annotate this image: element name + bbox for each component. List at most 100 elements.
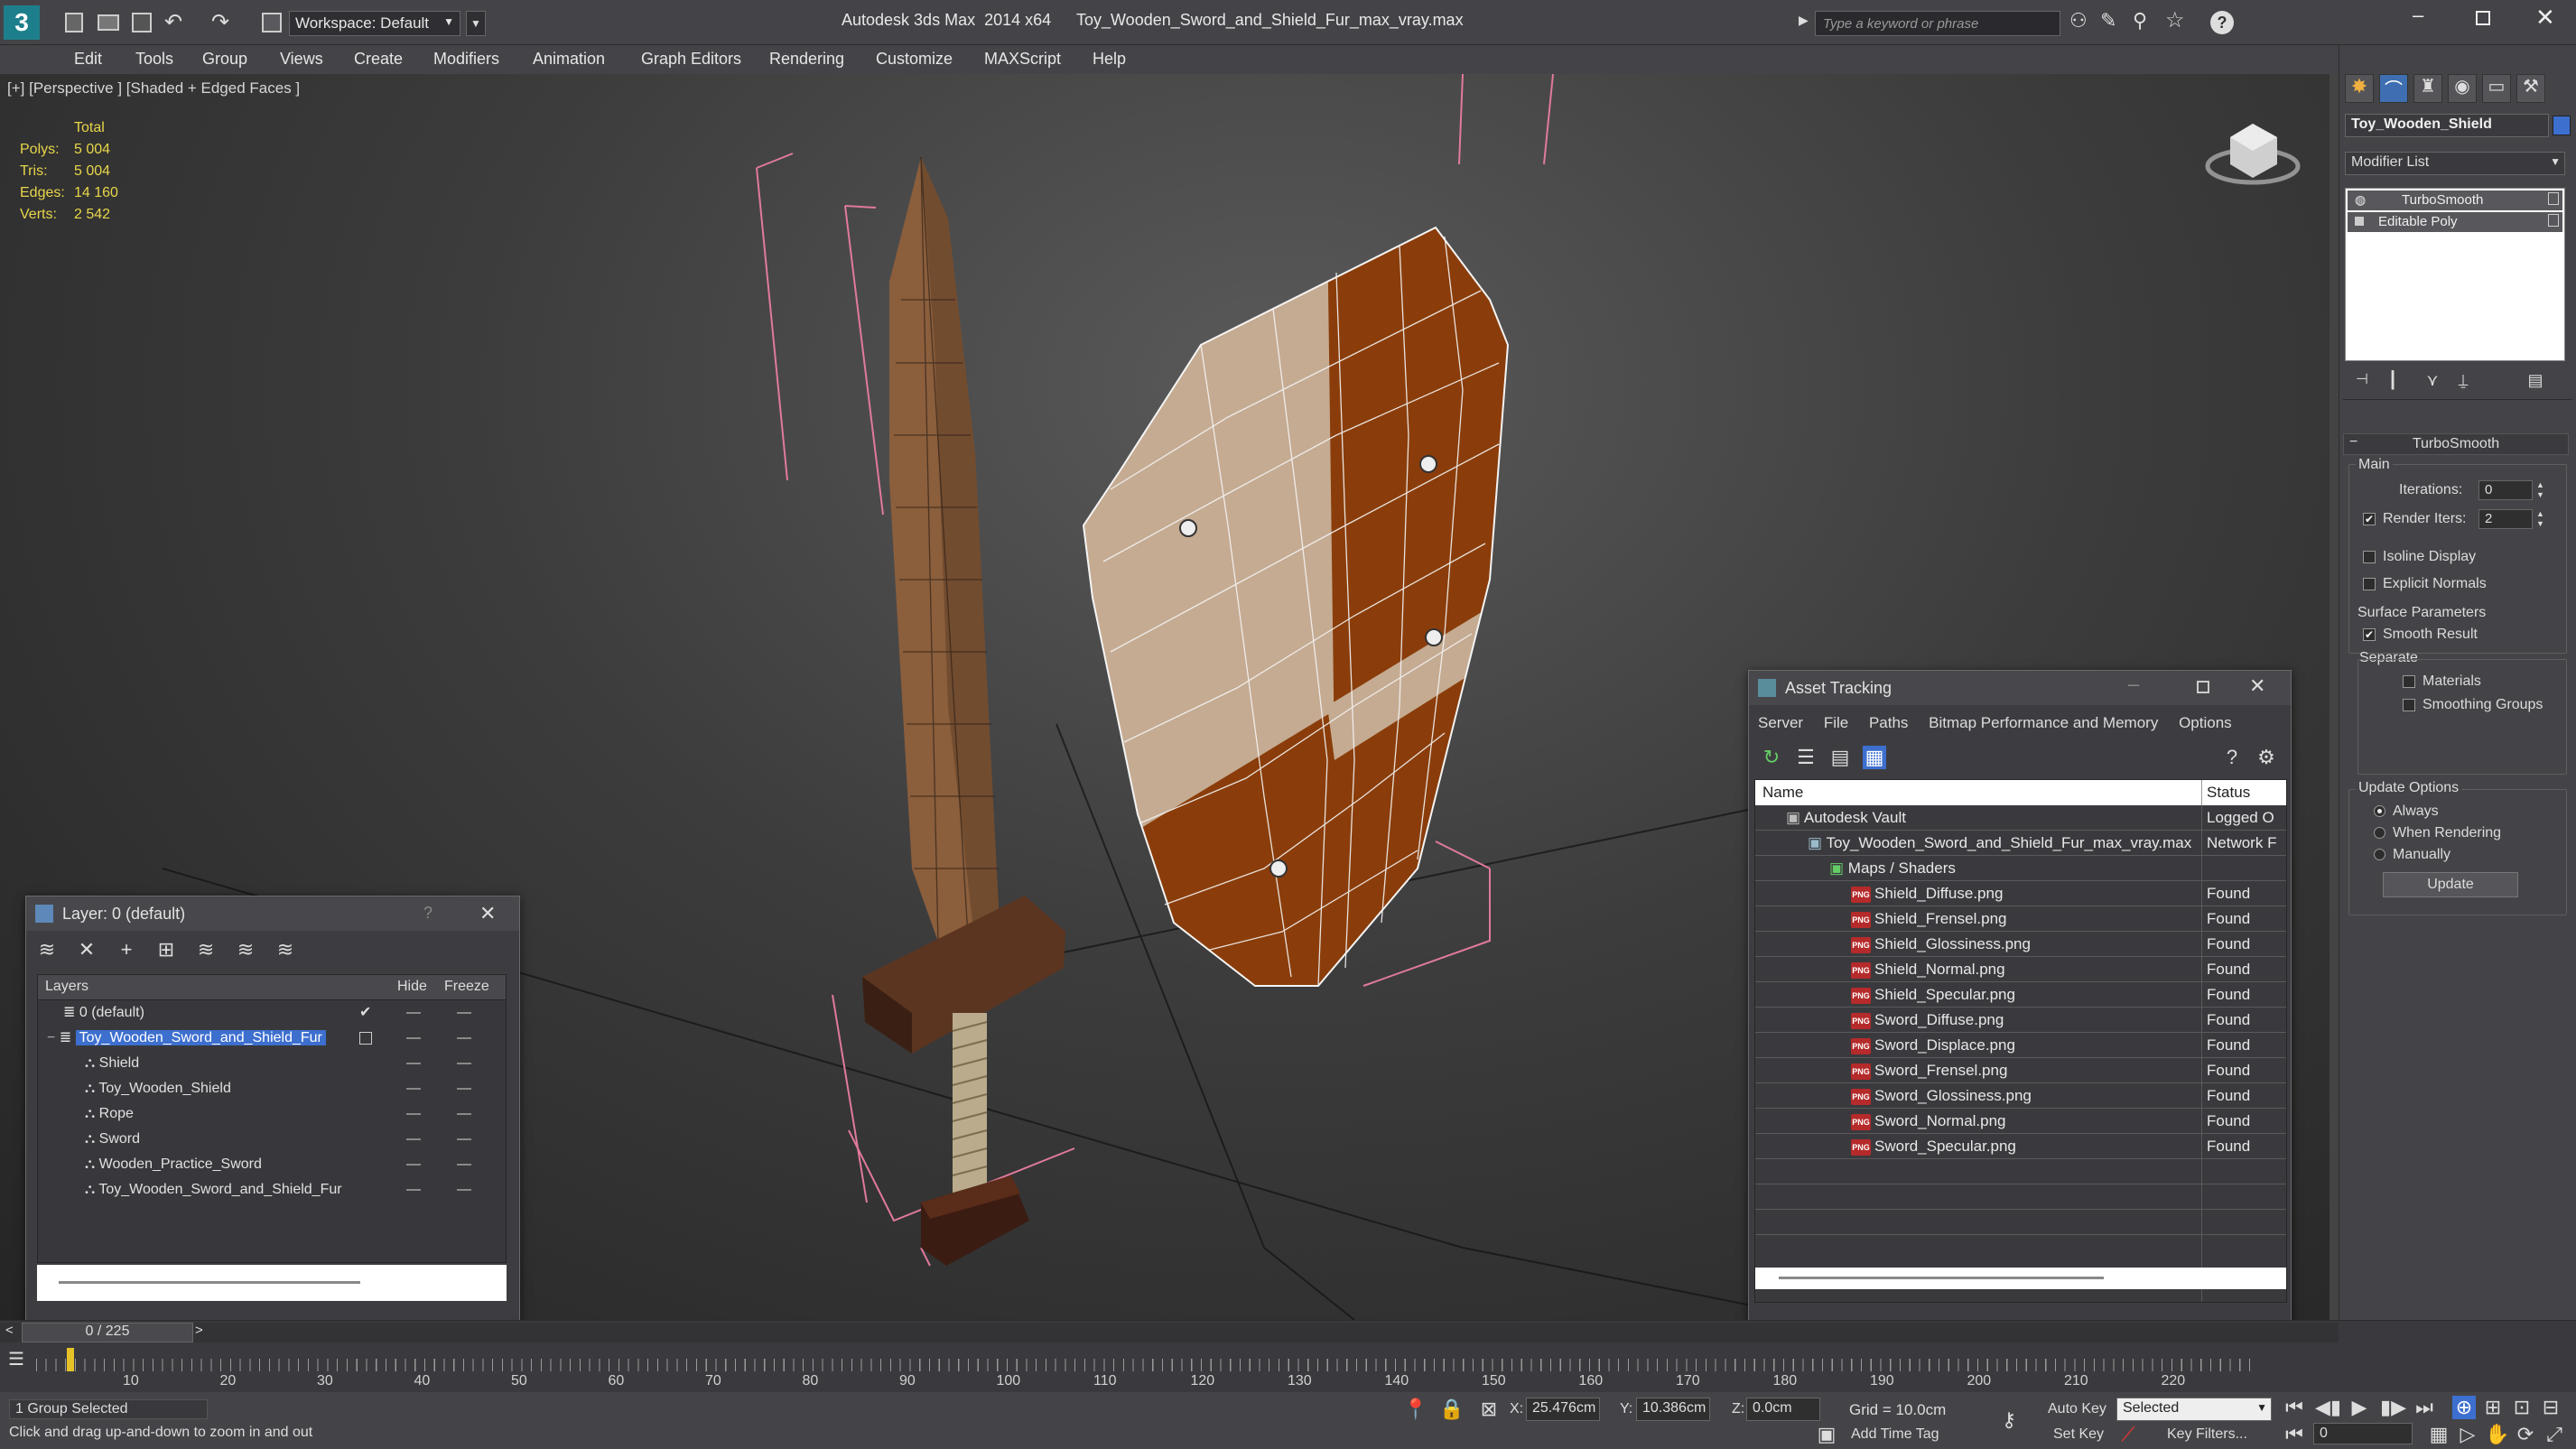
stack-item-turbosmooth[interactable]: TurboSmooth ◍ xyxy=(2348,190,2562,210)
asset-row[interactable]: PNG Sword_Specular.png Found xyxy=(1755,1134,2286,1159)
asset-row[interactable]: ▣ Toy_Wooden_Sword_and_Shield_Fur_max_vr… xyxy=(1755,831,2286,856)
stack-toggle-icon[interactable] xyxy=(2548,192,2559,205)
time-tag-icon[interactable]: ▣ xyxy=(1815,1423,1838,1446)
go-to-start-icon[interactable]: ⏮ xyxy=(2283,1396,2306,1419)
absolute-mode-icon[interactable]: ⊠ xyxy=(1477,1398,1501,1421)
modify-tab-icon[interactable]: ⌒ xyxy=(2379,74,2408,103)
select-objects-icon[interactable]: ⊞ xyxy=(154,938,178,961)
configure-sets-icon[interactable]: ▤ xyxy=(2524,368,2547,392)
asset-row[interactable]: PNG Sword_Diffuse.png Found xyxy=(1755,1008,2286,1033)
iterations-spinner[interactable]: 0 xyxy=(2478,480,2533,500)
help-icon[interactable]: ? xyxy=(2220,746,2244,769)
menu-options[interactable]: Options xyxy=(2179,714,2232,731)
next-frame-icon[interactable]: ▮▶ xyxy=(2380,1396,2406,1419)
perspective-viewport[interactable]: [+] [Perspective ] [Shaded + Edged Faces… xyxy=(0,74,2330,1320)
materials-checkbox[interactable] xyxy=(2403,674,2415,688)
play-icon[interactable]: ▶ xyxy=(2348,1396,2371,1419)
layer-row[interactable]: ⛬ Wooden_Practice_Sword xyxy=(38,1152,504,1177)
time-slider[interactable]: < 0 / 225 > xyxy=(0,1323,2339,1342)
settings-icon[interactable]: ⚙ xyxy=(2255,746,2278,769)
asset-row[interactable]: PNG Shield_Specular.png Found xyxy=(1755,982,2286,1008)
lock-icon[interactable]: 🔒 xyxy=(1439,1398,1464,1421)
next-frame-icon[interactable]: > xyxy=(195,1323,203,1338)
view-cube-icon[interactable] xyxy=(2203,110,2302,191)
grid-view-icon[interactable]: ▦ xyxy=(1863,746,1886,769)
search-arrow[interactable]: ▶ xyxy=(1799,13,1809,28)
key-icon[interactable]: ⚷ xyxy=(1997,1408,2021,1432)
menu-bitmap-performance[interactable]: Bitmap Performance and Memory xyxy=(1929,714,2158,731)
time-config-icon[interactable]: ▦ xyxy=(2427,1423,2450,1446)
object-color-swatch[interactable] xyxy=(2553,116,2571,135)
communication-icon[interactable]: ✎ xyxy=(2100,9,2116,33)
close-icon[interactable]: ✕ xyxy=(479,902,496,925)
current-layer-box[interactable] xyxy=(359,1032,372,1045)
new-layer-icon[interactable]: ≋ xyxy=(35,938,59,961)
menu-server[interactable]: Server xyxy=(1758,714,1803,731)
spinner-arrows-icon[interactable]: ▲ ▼ xyxy=(2536,480,2544,500)
asset-row[interactable]: ▣ Autodesk Vault Logged O xyxy=(1755,805,2286,831)
go-to-end-icon[interactable]: ⏭ xyxy=(2413,1396,2436,1419)
list-view-icon[interactable]: ☰ xyxy=(1794,746,1818,769)
display-tab-icon[interactable]: ▭ xyxy=(2482,74,2511,103)
asset-row[interactable]: PNG Shield_Normal.png Found xyxy=(1755,957,2286,982)
z-coordinate-field[interactable]: 0.0cm xyxy=(1746,1398,1820,1421)
close-icon[interactable]: ✕ xyxy=(2535,4,2555,32)
y-coordinate-field[interactable]: 10.386cm xyxy=(1636,1398,1710,1421)
menu-help[interactable]: Help xyxy=(1093,50,1126,69)
always-radio[interactable] xyxy=(2374,805,2385,818)
workspace-dropdown[interactable]: Workspace: Default ▼ xyxy=(289,11,460,36)
help-icon[interactable]: ? xyxy=(2210,11,2234,34)
spinner-arrows-icon[interactable]: ▲ ▼ xyxy=(2536,509,2544,529)
show-end-result-icon[interactable]: ┃ xyxy=(2381,368,2404,392)
hide-all-icon[interactable]: ≋ xyxy=(234,938,257,961)
menu-views[interactable]: Views xyxy=(280,50,323,69)
minimize-icon[interactable]: – xyxy=(2413,4,2423,27)
field-of-view-icon[interactable]: ▷ xyxy=(2456,1423,2479,1446)
motion-tab-icon[interactable]: ◉ xyxy=(2448,74,2477,103)
zoom-icon[interactable]: ⊕ xyxy=(2452,1396,2476,1419)
asset-row[interactable]: PNG Shield_Frensel.png Found xyxy=(1755,906,2286,932)
layer-row[interactable]: ⛬ Rope xyxy=(38,1101,504,1127)
menu-group[interactable]: Group xyxy=(202,50,247,69)
when-rendering-radio[interactable] xyxy=(2374,827,2385,840)
lightbulb-icon[interactable]: ◍ xyxy=(2355,192,2366,208)
new-file-icon[interactable] xyxy=(65,13,83,33)
maximize-viewport-icon[interactable]: ⤢ xyxy=(2543,1423,2566,1446)
menu-create[interactable]: Create xyxy=(354,50,403,69)
layer-row[interactable]: ⛬ Toy_Wooden_Sword_and_Shield_Fur xyxy=(38,1177,504,1203)
favorites-icon[interactable]: ☆ xyxy=(2165,7,2185,33)
add-time-tag-button[interactable]: Add Time Tag xyxy=(1851,1426,1939,1443)
zoom-all-icon[interactable]: ⊞ xyxy=(2481,1396,2505,1419)
explicit-normals-checkbox[interactable] xyxy=(2363,577,2376,590)
table-view-icon[interactable]: ▤ xyxy=(1828,746,1852,769)
hierarchy-tab-icon[interactable]: ♜ xyxy=(2413,74,2442,103)
maximize-icon[interactable] xyxy=(2197,681,2209,693)
key-filters-button[interactable]: Key Filters... xyxy=(2167,1426,2247,1443)
delete-layer-icon[interactable]: ✕ xyxy=(75,938,98,961)
viewport-label[interactable]: [+] [Perspective ] [Shaded + Edged Faces… xyxy=(7,79,300,98)
asset-row[interactable]: PNG Sword_Normal.png Found xyxy=(1755,1109,2286,1134)
redo-icon[interactable]: ↷ xyxy=(211,9,229,35)
remove-modifier-icon[interactable]: ⍊ xyxy=(2451,368,2475,392)
isolate-icon[interactable]: 📍 xyxy=(1403,1398,1427,1421)
layer-row[interactable]: ≣ 0 (default) ✔ xyxy=(38,1000,504,1026)
layer-row[interactable]: − ≣ Toy_Wooden_Sword_and_Shield_Fur xyxy=(38,1026,504,1051)
pan-icon[interactable]: ✋ xyxy=(2485,1423,2509,1446)
orbit-icon[interactable]: ⟳ xyxy=(2514,1423,2537,1446)
set-key-button[interactable]: Set Key xyxy=(2053,1426,2104,1443)
manually-radio[interactable] xyxy=(2374,849,2385,861)
key-mode-toggle-icon[interactable]: ⟋ xyxy=(2116,1423,2140,1446)
freeze-all-icon[interactable]: ≋ xyxy=(274,938,297,961)
asset-scrollbar[interactable] xyxy=(1755,1268,2286,1289)
menu-paths[interactable]: Paths xyxy=(1869,714,1908,731)
binoculars-icon[interactable]: ⚇ xyxy=(2069,9,2088,33)
menu-rendering[interactable]: Rendering xyxy=(769,50,844,69)
asset-row[interactable]: ▣ Maps / Shaders xyxy=(1755,856,2286,881)
menu-graph-editors[interactable]: Graph Editors xyxy=(641,50,741,69)
close-icon[interactable]: ✕ xyxy=(2249,674,2265,698)
update-button[interactable]: Update xyxy=(2383,872,2518,897)
time-cursor[interactable] xyxy=(67,1348,74,1371)
object-name-field[interactable]: Toy_Wooden_Shield xyxy=(2345,114,2549,137)
rollout-turbosmooth[interactable]: − TurboSmooth xyxy=(2343,433,2569,455)
refresh-icon[interactable]: ↻ xyxy=(1760,746,1783,769)
